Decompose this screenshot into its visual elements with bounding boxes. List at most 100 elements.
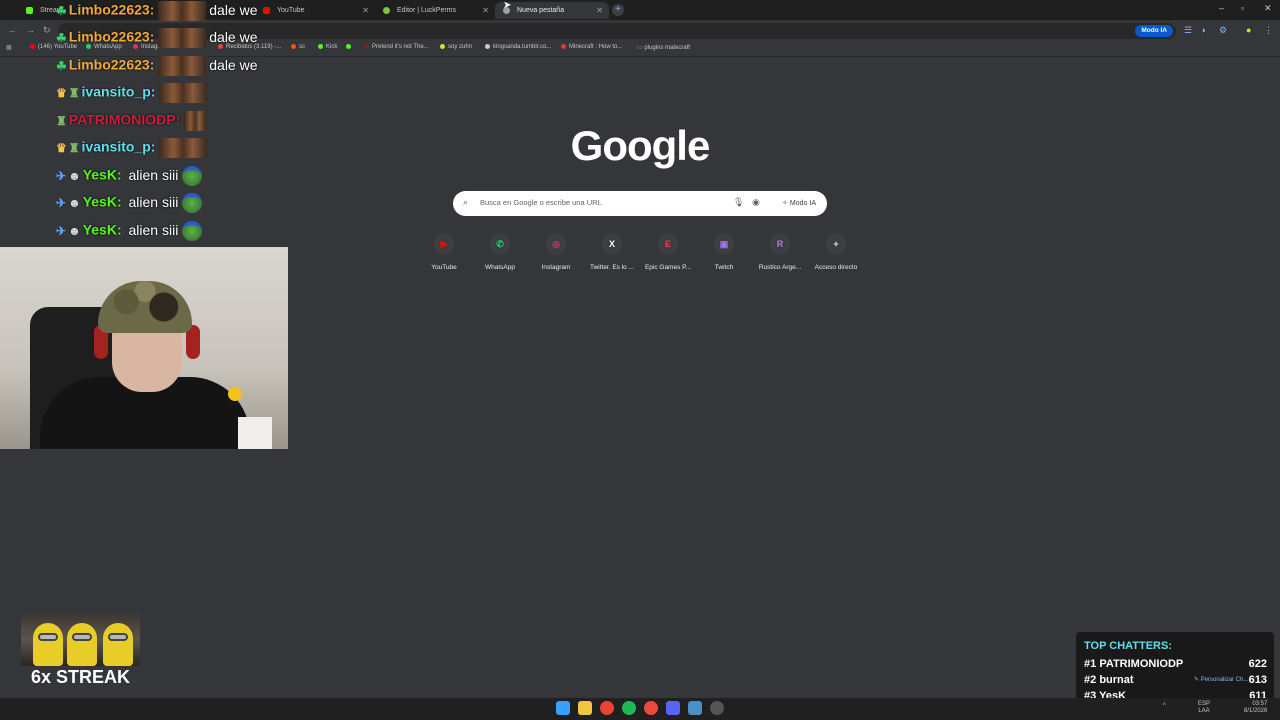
pencil-icon: ✎ xyxy=(1194,677,1201,683)
youtube-favicon-icon xyxy=(263,7,270,14)
back-icon[interactable]: ← xyxy=(8,25,17,35)
windows-taskbar: ^ ESP LAA 03:57 8/1/2026 xyxy=(0,698,1280,720)
discord-icon[interactable] xyxy=(666,701,680,715)
chat-message: ☘ Limbo22623: dale we xyxy=(56,56,258,78)
menu-kebab-icon[interactable]: ⋮ xyxy=(1264,25,1273,36)
top-chatters-title: TOP CHATTERS: xyxy=(1084,640,1173,652)
tab-label: Nueva pestaña xyxy=(517,7,565,14)
youtube-icon: ▶ xyxy=(440,239,448,249)
close-tab-icon[interactable]: ✕ xyxy=(482,2,489,19)
chat-message: ☘ Limbo22623: dale we xyxy=(56,1,258,23)
sub-badge-icon: ♜ xyxy=(68,85,80,100)
emote-image xyxy=(158,28,207,48)
crown-badge-icon: ♛ xyxy=(56,140,67,155)
tab-new-tab[interactable]: Nueva pestaña ✕ xyxy=(495,2,609,19)
minion-shape xyxy=(67,623,97,666)
helmet-badge-icon: ☻ xyxy=(68,195,81,210)
chat-message: ☘ Limbo22623: dale we xyxy=(56,28,258,50)
luckperms-favicon-icon xyxy=(383,7,390,14)
helmet-badge-icon: ☻ xyxy=(68,223,81,238)
sword-badge-icon: ✈ xyxy=(56,168,67,183)
shortcut-add[interactable]: + Acceso directo xyxy=(801,233,871,271)
steam-icon[interactable] xyxy=(688,701,702,715)
extensions-icon[interactable]: ⚙ xyxy=(1219,25,1227,36)
chat-message: ♛ ♜ ivansito_p: xyxy=(56,138,208,160)
sub-badge-icon: ♜ xyxy=(68,140,80,155)
new-tab-button[interactable]: + xyxy=(612,4,624,16)
minion-shape xyxy=(33,623,63,666)
bookmark-kick[interactable]: Kick xyxy=(318,44,337,50)
webcam-feed xyxy=(0,247,288,449)
search-box[interactable]: ⌕ Busca en Google o escribe una URL 🎙 ◉ … xyxy=(453,191,827,216)
maximize-icon[interactable]: ▫ xyxy=(1241,3,1244,13)
twitch-icon: ▣ xyxy=(719,239,729,249)
chat-message: ♛ ♜ ivansito_p: xyxy=(56,83,208,105)
tray-chevron-icon[interactable]: ^ xyxy=(1163,703,1166,709)
minion-shape xyxy=(103,623,133,666)
modo-ia-search-button[interactable]: ✧ Modo IA xyxy=(777,196,821,211)
tab-youtube[interactable]: YouTube ✕ xyxy=(255,2,375,19)
rubber-duck-shape xyxy=(228,387,242,401)
helmet-badge-icon: ☻ xyxy=(68,168,81,183)
tab-luckperms[interactable]: Editor | LuckPerms ✕ xyxy=(375,2,495,19)
language-indicator[interactable]: ESP LAA xyxy=(1198,701,1210,715)
clover-badge-icon: ☘ xyxy=(56,3,67,18)
pepe-emote-image xyxy=(182,166,203,186)
pepe-emote-image xyxy=(182,221,203,241)
opera-icon[interactable] xyxy=(644,701,658,715)
audio-extension-icon[interactable]: ◗ xyxy=(1201,25,1206,35)
shortcut-label: Acceso directo xyxy=(814,264,858,271)
close-tab-icon[interactable]: ✕ xyxy=(596,2,603,19)
close-window-icon[interactable]: ✕ xyxy=(1264,3,1272,14)
search-icon: ⌕ xyxy=(463,197,469,207)
chat-message: ✈ ☻ YesK: alien siii xyxy=(56,221,203,243)
sword-badge-icon: ✈ xyxy=(56,223,67,238)
bookmark-kick-2[interactable] xyxy=(346,44,354,50)
bookmark-folder-plugins[interactable]: ▭ plugins matecraft xyxy=(637,44,690,51)
file-explorer-icon[interactable] xyxy=(578,701,592,715)
streak-label: 6x STREAK xyxy=(30,667,131,687)
bookmark-tumblr[interactable]: kingsanda.tumblr.co... xyxy=(485,44,551,50)
personalize-chrome-link[interactable]: ✎ Personalizar Ch... xyxy=(1194,676,1248,683)
mouse-cursor-icon: ➤ xyxy=(503,0,512,11)
x-twitter-icon: X xyxy=(608,239,615,249)
crown-badge-icon: ♛ xyxy=(56,85,67,100)
whatsapp-icon: ✆ xyxy=(496,239,504,249)
google-logo: Google xyxy=(570,122,711,169)
chat-message: ✈ ☻ YesK: alien siii xyxy=(56,193,203,215)
profile-avatar[interactable]: ● xyxy=(1246,25,1251,35)
minimize-icon[interactable]: – xyxy=(1219,3,1224,13)
tab-label: YouTube xyxy=(277,7,305,14)
spotify-icon[interactable] xyxy=(622,701,636,715)
emote-image xyxy=(159,138,208,158)
shelf-shape xyxy=(238,417,272,449)
chrome-icon[interactable] xyxy=(600,701,614,715)
lens-camera-icon[interactable]: ◉ xyxy=(752,197,760,208)
windows-start-icon[interactable] xyxy=(556,701,570,715)
obs-icon[interactable] xyxy=(710,701,724,715)
bookmark-minecraft[interactable]: Minecraft : How to... xyxy=(561,44,622,50)
bookmark-soundcloud[interactable]: sc xyxy=(291,44,305,50)
emote-image xyxy=(184,111,207,131)
bookmark-soy-zuhn[interactable]: soy zuhn xyxy=(440,44,472,50)
tab-label: Editor | LuckPerms xyxy=(397,7,457,14)
chatter-row: #1 PATRIMONIODP 622 xyxy=(1084,658,1267,670)
clock[interactable]: 03:57 8/1/2026 xyxy=(1244,701,1267,715)
search-input[interactable]: Busca en Google o escribe una URL xyxy=(480,198,602,207)
microphone-icon[interactable]: 🎙 xyxy=(733,197,744,208)
close-tab-icon[interactable]: ✕ xyxy=(362,2,369,19)
sparkle-search-icon: ✧ xyxy=(782,200,790,207)
modo-ia-button[interactable]: Modo IA xyxy=(1135,25,1173,37)
rustico-letter-icon: R xyxy=(776,239,784,249)
translate-extension-icon[interactable]: ☰ xyxy=(1184,25,1192,36)
kick-favicon-icon xyxy=(26,7,33,14)
chat-message: ♜ PATRIMONIODP: xyxy=(56,111,207,133)
forward-icon[interactable]: → xyxy=(26,25,35,35)
reload-icon[interactable]: ↻ xyxy=(43,25,51,36)
emote-image xyxy=(159,83,208,103)
clover-badge-icon: ☘ xyxy=(56,58,67,73)
sub-badge-icon: ♜ xyxy=(56,113,67,128)
emote-image xyxy=(158,56,207,76)
bookmark-pretend[interactable]: Pretend it's not The... xyxy=(364,44,429,50)
apps-grid-icon[interactable]: ▦ xyxy=(6,44,12,51)
